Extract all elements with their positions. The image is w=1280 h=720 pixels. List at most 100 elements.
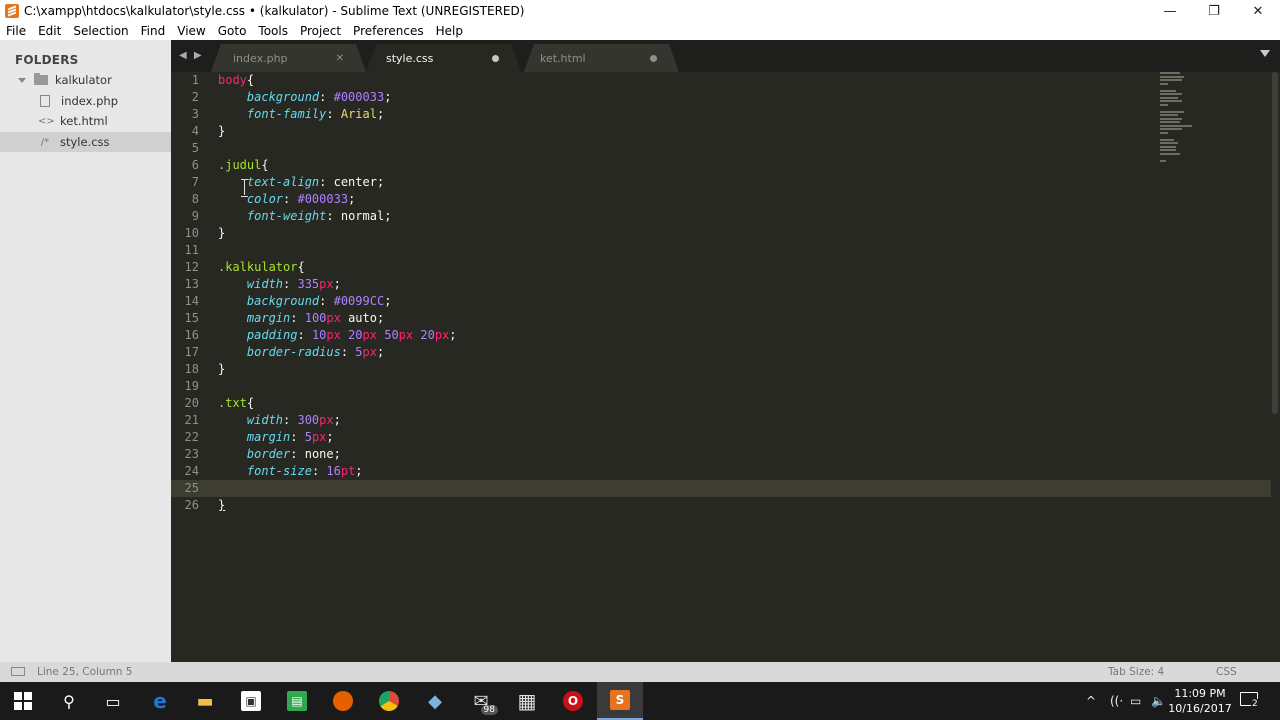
code-text[interactable]: .kalkulator{: [218, 259, 305, 276]
task-view-button[interactable]: ▭: [90, 682, 136, 720]
code-line[interactable]: 13 width: 335px;: [171, 276, 1271, 293]
taskbar-edge[interactable]: e: [137, 682, 183, 720]
taskbar-calculator[interactable]: ▦: [504, 682, 550, 720]
code-line[interactable]: 7 text-align: center;: [171, 174, 1271, 191]
code-line[interactable]: 2 background: #000033;: [171, 89, 1271, 106]
code-text[interactable]: }: [218, 123, 225, 140]
folder-kalkulator[interactable]: kalkulator: [0, 70, 171, 90]
code-text[interactable]: padding: 10px 20px 50px 20px;: [218, 327, 457, 344]
code-text[interactable]: margin: 100px auto;: [218, 310, 384, 327]
code-text[interactable]: .judul{: [218, 157, 269, 174]
code-line[interactable]: 26}: [171, 497, 1271, 514]
code-line[interactable]: 8 color: #000033;: [171, 191, 1271, 208]
wifi-icon[interactable]: ((·: [1110, 682, 1123, 720]
code-line[interactable]: 24 font-size: 16pt;: [171, 463, 1271, 480]
sidebar-file-ket-html[interactable]: <> ket.html: [0, 111, 171, 131]
chevron-down-icon[interactable]: [18, 77, 26, 83]
code-text[interactable]: font-weight: normal;: [218, 208, 392, 225]
menu-preferences[interactable]: Preferences: [347, 24, 430, 38]
volume-icon[interactable]: 🔈: [1151, 682, 1166, 720]
code-text[interactable]: background: #0099CC;: [218, 293, 392, 310]
code-text[interactable]: margin: 5px;: [218, 429, 334, 446]
menu-help[interactable]: Help: [430, 24, 469, 38]
battery-icon[interactable]: ▭: [1130, 682, 1141, 720]
sidebar-file-index-php[interactable]: index.php: [0, 91, 171, 111]
tab-style-css[interactable]: style.css: [366, 44, 521, 72]
code-line[interactable]: 5: [171, 140, 1271, 157]
taskbar-opera[interactable]: O: [550, 682, 596, 720]
start-button[interactable]: [0, 682, 46, 720]
taskbar-sublime-text[interactable]: S: [597, 682, 643, 720]
code-line[interactable]: 3 font-family: Arial;: [171, 106, 1271, 123]
code-line[interactable]: 14 background: #0099CC;: [171, 293, 1271, 310]
line-number: 7: [191, 175, 199, 189]
minimize-button[interactable]: —: [1148, 0, 1192, 22]
menu-tools[interactable]: Tools: [252, 24, 294, 38]
code-line[interactable]: 15 margin: 100px auto;: [171, 310, 1271, 327]
sidebar-file-style-css[interactable]: /* style.css: [0, 132, 171, 152]
code-editor[interactable]: 1 body{2 background: #000033; 3 font-famil…: [171, 72, 1280, 662]
code-text[interactable]: background: #000033;: [218, 89, 392, 106]
code-text[interactable]: body{: [218, 72, 254, 89]
code-text[interactable]: }: [218, 361, 225, 378]
menu-goto[interactable]: Goto: [212, 24, 253, 38]
code-text[interactable]: border-radius: 5px;: [218, 344, 384, 361]
code-text[interactable]: width: 335px;: [218, 276, 341, 293]
code-line[interactable]: 9 font-weight: normal;: [171, 208, 1271, 225]
opera-icon: O: [563, 691, 583, 711]
tab-size-selector[interactable]: Tab Size: 4: [1108, 666, 1164, 678]
close-button[interactable]: ✕: [1236, 0, 1280, 22]
menu-file[interactable]: File: [0, 24, 32, 38]
console-toggle-icon[interactable]: [11, 667, 25, 676]
code-line[interactable]: 18}: [171, 361, 1271, 378]
code-line[interactable]: 6 .judul{: [171, 157, 1271, 174]
tab-ket-html[interactable]: ket.html: [524, 44, 679, 72]
clock[interactable]: 11:09 PM 10/16/2017: [1168, 686, 1232, 716]
code-line[interactable]: 16 padding: 10px 20px 50px 20px;: [171, 327, 1271, 344]
code-line[interactable]: 23 border: none;: [171, 446, 1271, 463]
code-text[interactable]: }: [218, 497, 225, 514]
code-line[interactable]: 1 body{: [171, 72, 1271, 89]
taskbar-store[interactable]: ▣: [228, 682, 274, 720]
code-text[interactable]: color: #000033;: [218, 191, 355, 208]
tab-nav-arrows-icon[interactable]: ◀ ▶: [179, 50, 204, 61]
code-text[interactable]: font-size: 16pt;: [218, 463, 363, 480]
menu-find[interactable]: Find: [135, 24, 172, 38]
code-line[interactable]: 4}: [171, 123, 1271, 140]
code-line[interactable]: 10}: [171, 225, 1271, 242]
code-text[interactable]: border: none;: [218, 446, 341, 463]
maximize-button[interactable]: ❐: [1192, 0, 1236, 22]
modified-dot-icon[interactable]: [650, 54, 657, 62]
menu-edit[interactable]: Edit: [32, 24, 67, 38]
menu-selection[interactable]: Selection: [67, 24, 134, 38]
taskbar-mail[interactable]: ✉ 98: [458, 682, 504, 720]
code-line[interactable]: 20 .txt{: [171, 395, 1271, 412]
code-line[interactable]: 22 margin: 5px;: [171, 429, 1271, 446]
menu-view[interactable]: View: [171, 24, 211, 38]
line-number: 22: [184, 430, 199, 444]
tray-chevron-icon[interactable]: ^: [1086, 682, 1096, 720]
code-text[interactable]: .txt{: [218, 395, 254, 412]
tab-index-php[interactable]: index.php ✕: [211, 44, 366, 72]
code-line[interactable]: 21 width: 300px;: [171, 412, 1271, 429]
menu-project[interactable]: Project: [294, 24, 347, 38]
vertical-scrollbar[interactable]: [1272, 72, 1278, 414]
code-text[interactable]: }: [218, 225, 225, 242]
syntax-selector[interactable]: CSS: [1216, 666, 1237, 678]
code-text[interactable]: font-family: Arial;: [218, 106, 384, 123]
code-line[interactable]: 17 border-radius: 5px;: [171, 344, 1271, 361]
taskbar-chrome[interactable]: [366, 682, 412, 720]
modified-dot-icon[interactable]: [492, 54, 499, 62]
code-line[interactable]: 19: [171, 378, 1271, 395]
search-button[interactable]: ⚲: [46, 682, 92, 720]
code-text[interactable]: width: 300px;: [218, 412, 341, 429]
code-line[interactable]: 12 .kalkulator{: [171, 259, 1271, 276]
tab-dropdown-icon[interactable]: [1260, 50, 1270, 57]
taskbar-file-explorer[interactable]: ▬: [182, 682, 228, 720]
code-line[interactable]: 11: [171, 242, 1271, 259]
close-icon[interactable]: ✕: [336, 53, 344, 64]
code-line[interactable]: 25: [171, 480, 1271, 497]
taskbar-notes-app[interactable]: ▤: [274, 682, 320, 720]
taskbar-app[interactable]: ◆: [412, 682, 458, 720]
taskbar-firefox[interactable]: [320, 682, 366, 720]
